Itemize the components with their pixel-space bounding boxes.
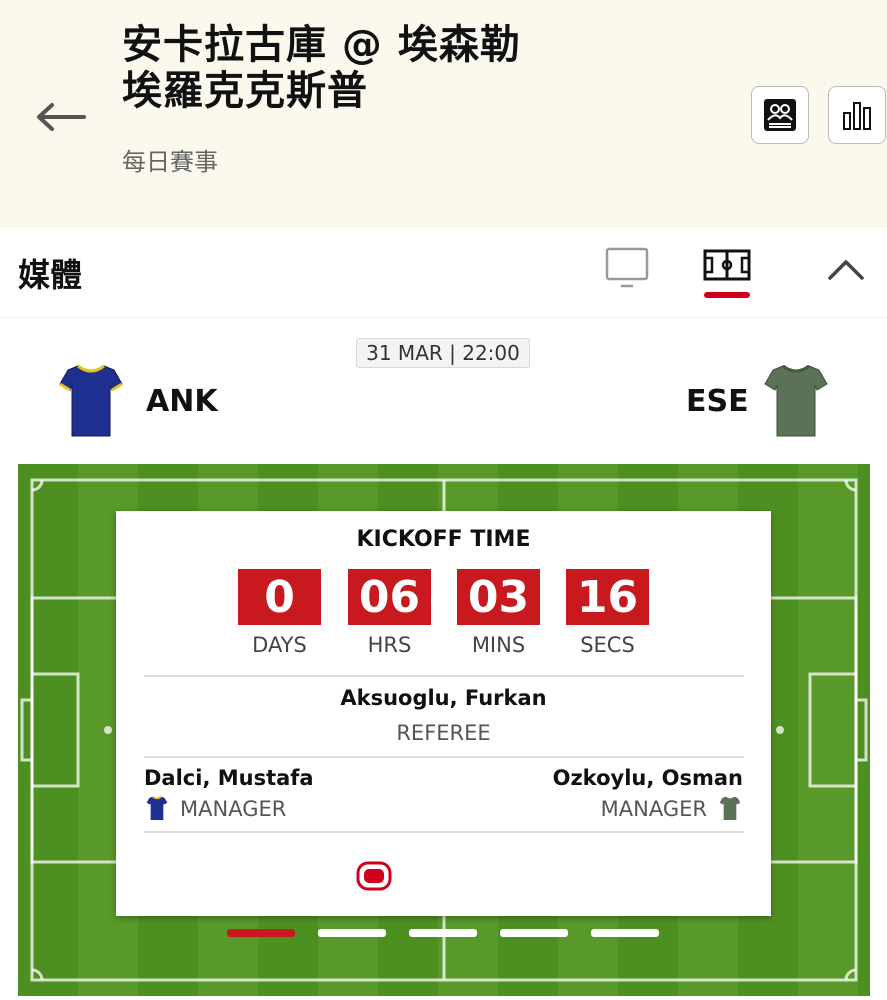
countdown-hours-label: HRS <box>367 633 412 657</box>
chevron-up-icon <box>828 260 864 280</box>
match-datetime: 31 MAR | 22:00 <box>356 338 530 368</box>
home-jersey-small-icon <box>146 795 168 820</box>
pitch-icon <box>703 249 751 281</box>
countdown-days-label: DAYS <box>252 633 307 657</box>
pager-dot[interactable] <box>318 929 386 937</box>
home-manager-name: Dalci, Mustafa <box>144 766 314 790</box>
back-arrow-icon <box>37 103 86 131</box>
pager-dot[interactable] <box>409 929 477 937</box>
referee-role: REFEREE <box>396 721 491 745</box>
back-button[interactable] <box>30 92 90 142</box>
divider <box>144 831 744 833</box>
kickoff-title: KICKOFF TIME <box>356 527 531 552</box>
tv-icon <box>605 247 649 288</box>
pager-dot[interactable] <box>500 929 568 937</box>
media-title: 媒體 <box>18 256 83 294</box>
away-jersey-icon <box>764 364 828 437</box>
referee-name: Aksuoglu, Furkan <box>340 686 547 710</box>
match-info: 31 MAR | 22:00 ANK ESE <box>0 318 887 464</box>
away-manager-name: Ozkoylu, Osman <box>552 766 743 790</box>
countdown-minutes: 03 <box>457 569 540 625</box>
away-team-code: ESE <box>686 384 749 419</box>
stats-button[interactable] <box>828 86 886 144</box>
countdown-seconds: 16 <box>566 569 649 625</box>
match-title: 安卡拉古庫 @ 埃森勒 埃羅克克斯普 <box>122 22 521 114</box>
pager-dot-active[interactable] <box>227 929 295 937</box>
away-jersey-small-icon <box>719 796 741 820</box>
collapse-button[interactable] <box>822 250 870 290</box>
title-line-2: 埃羅克克斯普 <box>122 68 368 114</box>
home-jersey-icon <box>59 364 123 437</box>
home-manager-role: MANAGER <box>180 797 287 821</box>
title-line-1: 安卡拉古庫 @ 埃森勒 <box>122 22 521 68</box>
match-header: 安卡拉古庫 @ 埃森勒 埃羅克克斯普 每日賽事 <box>0 0 887 228</box>
home-team-code: ANK <box>146 384 218 419</box>
active-tab-indicator <box>704 292 750 298</box>
countdown-days: 0 <box>238 569 321 625</box>
tv-tab[interactable] <box>603 246 653 296</box>
countdown-hours: 06 <box>348 569 431 625</box>
countdown-minutes-label: MINS <box>471 633 526 657</box>
divider <box>144 675 744 677</box>
stats-bar-chart-icon <box>843 102 871 130</box>
lineup-button[interactable] <box>751 86 809 144</box>
pager-dot[interactable] <box>591 929 659 937</box>
live-stream-icon[interactable] <box>356 861 392 891</box>
competition-label: 每日賽事 <box>122 148 218 176</box>
lineup-icon <box>764 99 796 131</box>
divider <box>144 756 744 758</box>
countdown-seconds-label: SECS <box>580 633 635 657</box>
away-manager-role: MANAGER <box>600 797 707 821</box>
media-section-header: 媒體 <box>0 228 887 318</box>
kickoff-card: KICKOFF TIME 0 06 03 16 DAYS HRS MINS SE… <box>116 511 771 916</box>
pitch-tab[interactable] <box>700 246 755 302</box>
